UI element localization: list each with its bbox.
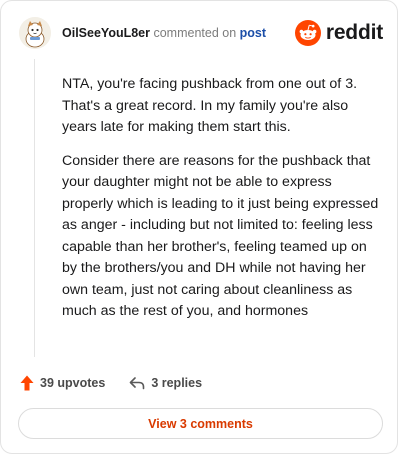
view-comments-button[interactable]: View 3 comments xyxy=(18,408,383,439)
commented-on-text: commented on xyxy=(153,26,237,40)
reddit-logo[interactable]: reddit xyxy=(294,20,383,46)
upvote-button[interactable]: 39 upvotes xyxy=(20,375,105,391)
replies-button[interactable]: 3 replies xyxy=(129,376,202,390)
comment-paragraph: Consider there are reasons for the pushb… xyxy=(62,152,379,320)
thread-line[interactable] xyxy=(34,59,35,357)
comment-meta: OilSeeYouL8er commented on post xyxy=(62,26,266,40)
reply-arrow-icon xyxy=(130,377,145,390)
upvote-arrow-icon xyxy=(20,375,34,391)
avatar-icon xyxy=(19,17,51,49)
user-avatar[interactable] xyxy=(19,17,51,49)
username-link[interactable]: OilSeeYouL8er xyxy=(62,26,150,40)
comment-header: OilSeeYouL8er commented on post reddit xyxy=(19,15,383,51)
reddit-wordmark: reddit xyxy=(325,21,383,44)
post-link[interactable]: post xyxy=(240,26,266,40)
comment-body: NTA, you're facing pushback from one out… xyxy=(62,74,382,335)
comment-card: OilSeeYouL8er commented on post reddit N… xyxy=(0,0,398,454)
comment-paragraph: NTA, you're facing pushback from one out… xyxy=(62,76,358,135)
replies-count: 3 replies xyxy=(151,376,203,390)
reddit-alien-icon xyxy=(294,20,321,46)
upvote-count: 39 upvotes xyxy=(40,376,106,390)
comment-actions: 39 upvotes 3 replies xyxy=(20,373,202,393)
